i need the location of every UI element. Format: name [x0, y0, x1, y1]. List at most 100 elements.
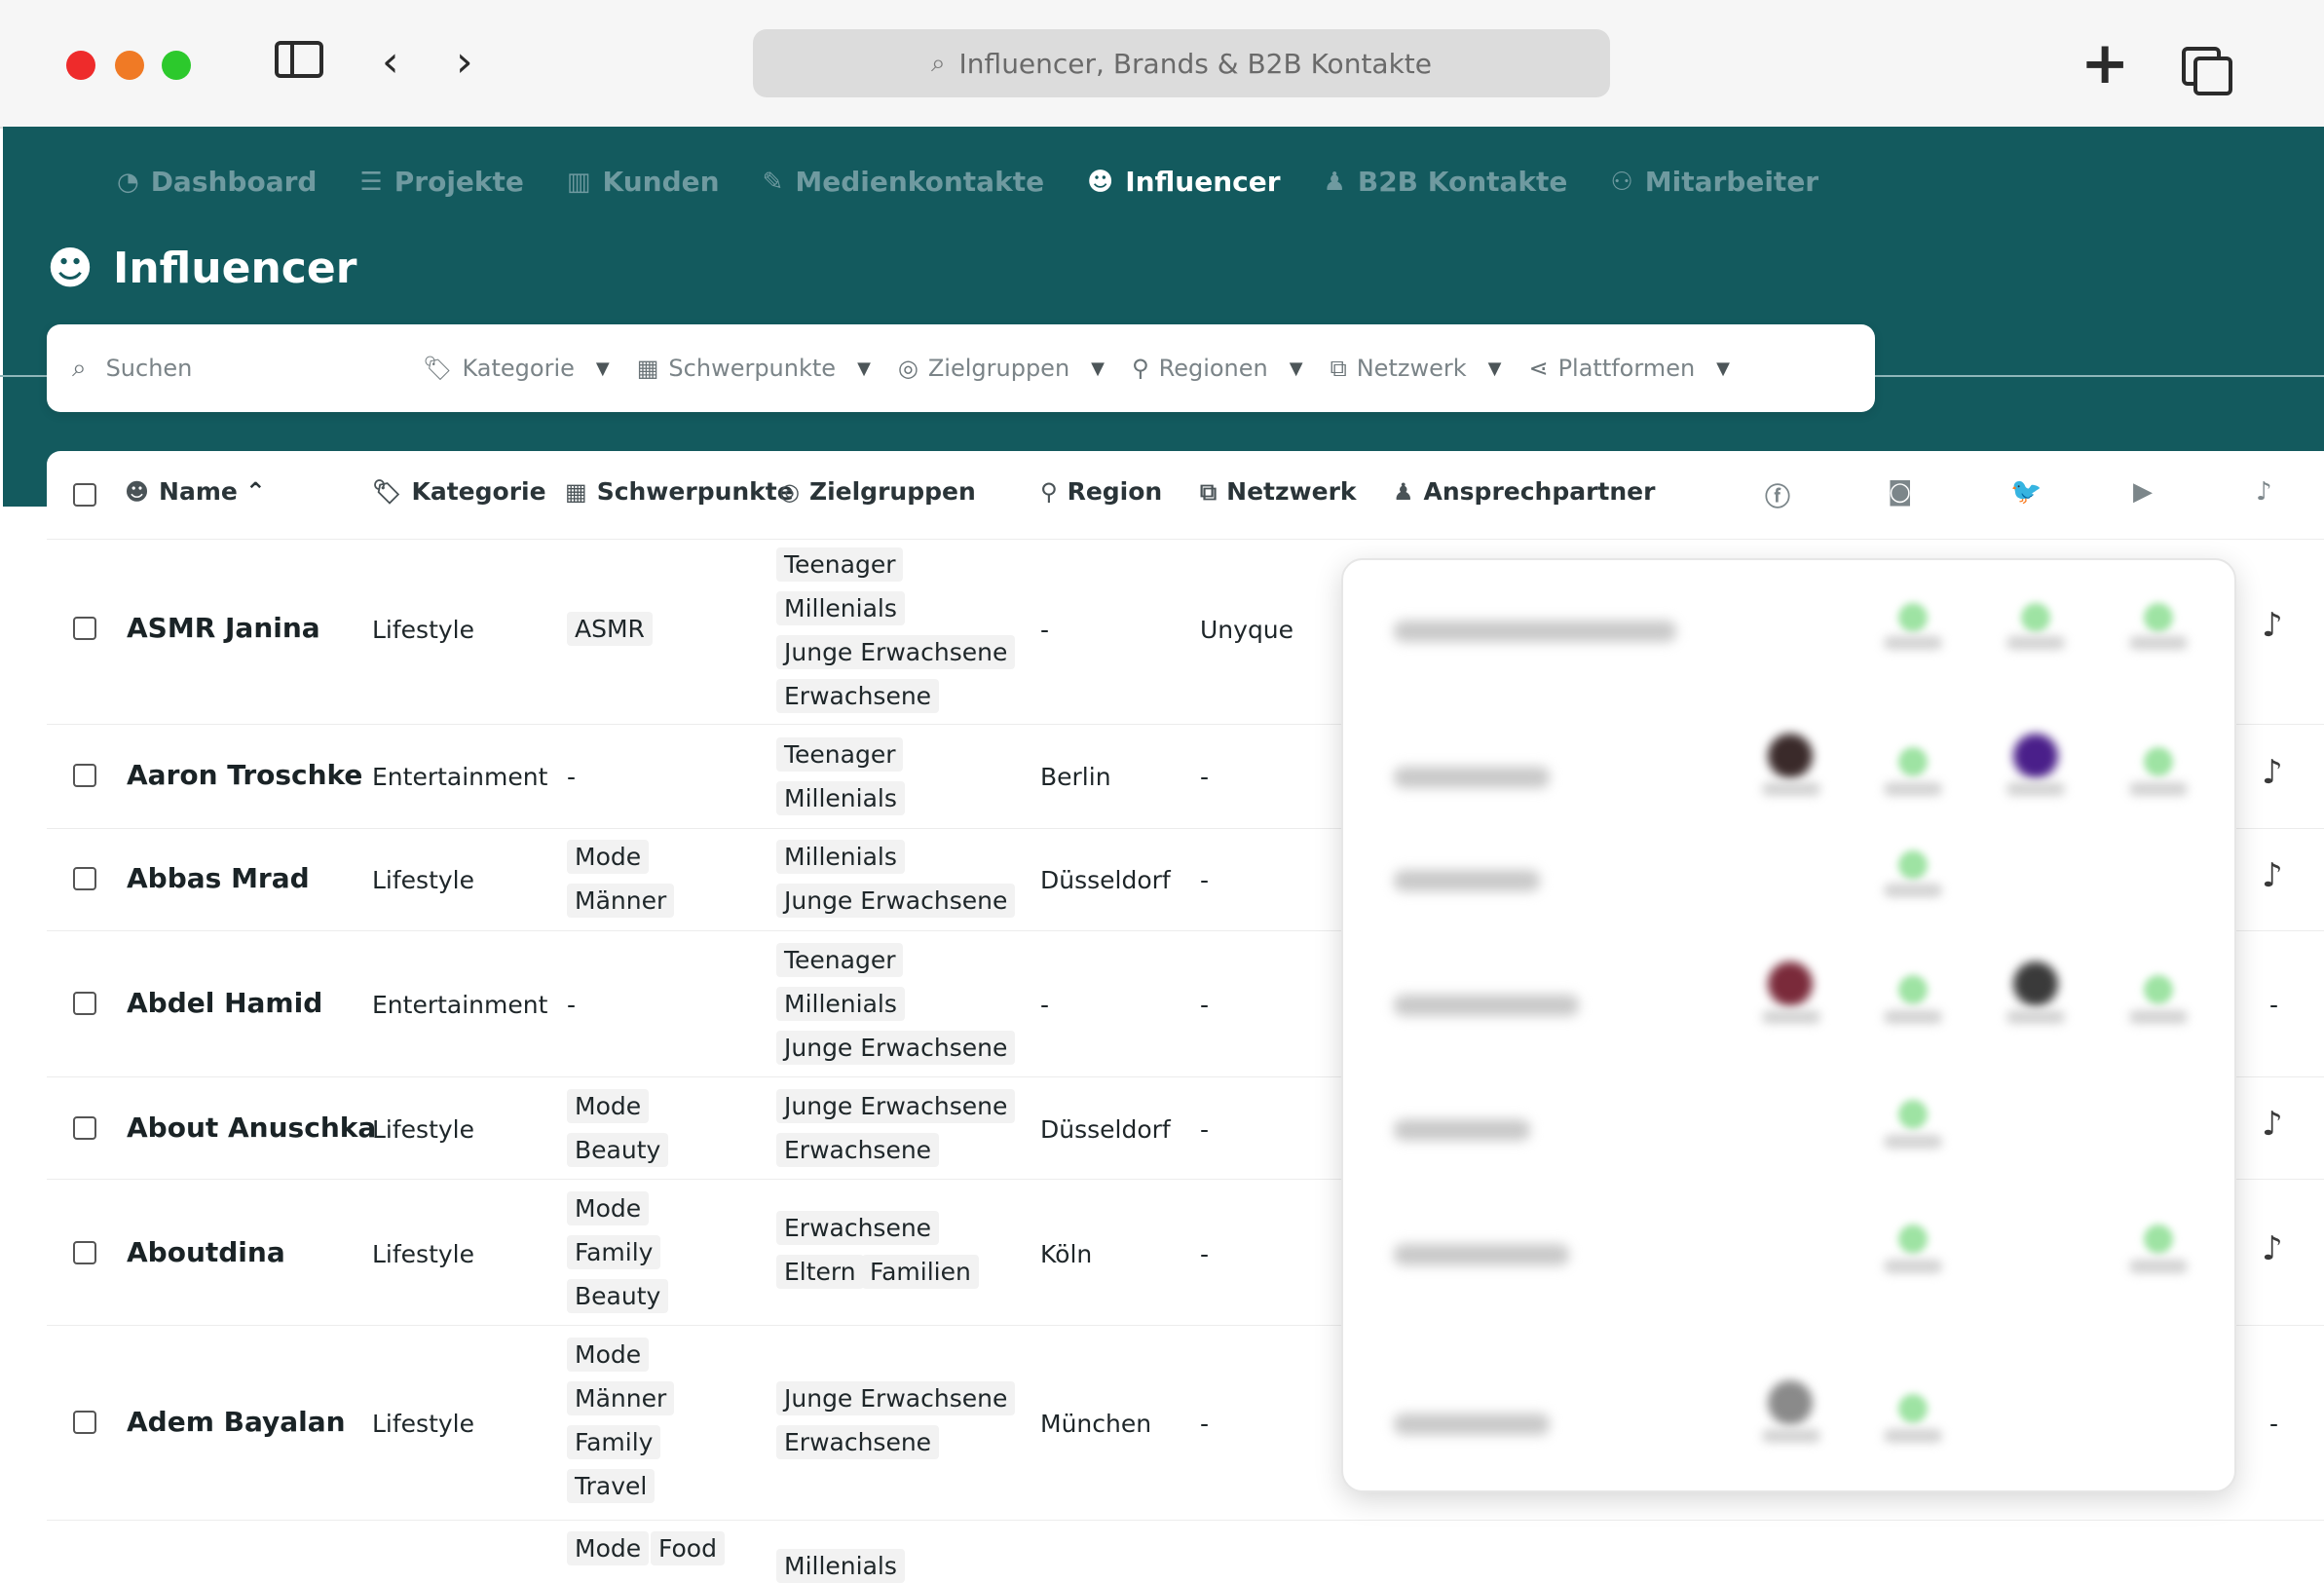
- youtube-icon[interactable]: ▶: [2133, 477, 2153, 507]
- row-netzwerk: -: [1200, 763, 1210, 791]
- row-schwerpunkt-tag: Mode: [567, 1338, 650, 1372]
- row-checkbox[interactable]: [73, 617, 96, 640]
- nav-item-dashboard[interactable]: ◔ Dashboard: [117, 166, 317, 198]
- caret-down-icon: ▼: [1716, 358, 1731, 379]
- smile-icon: ☻: [47, 242, 94, 294]
- new-tab-icon[interactable]: +: [2080, 29, 2129, 97]
- row-netzwerk: -: [1200, 1115, 1210, 1144]
- map-pin-icon: ⚲: [1040, 477, 1058, 506]
- tiktok-icon[interactable]: ♪: [2262, 1229, 2283, 1268]
- filter-zielgruppen[interactable]: ◎ Zielgruppen ▼: [898, 355, 1105, 382]
- blurred-avatar: [1768, 734, 1813, 778]
- main-nav: ◔ Dashboard ☰ Projekte ▥ Kunden ✎ Medienkont…: [117, 166, 1861, 198]
- filter-netzwerk[interactable]: ⧉ Netzwerk ▼: [1331, 355, 1502, 382]
- filter-plattformen[interactable]: ⋖ Plattformen ▼: [1528, 355, 1730, 382]
- twitter-icon[interactable]: 🐦: [2010, 477, 2042, 507]
- nav-item-influencer[interactable]: ☻ Influencer: [1087, 166, 1280, 198]
- blurred-stat-icon: [1898, 747, 1928, 776]
- row-name[interactable]: Abbas Mrad: [127, 862, 310, 894]
- blurred-stat: [2006, 636, 2065, 650]
- close-window-button[interactable]: [66, 51, 95, 80]
- user-tie-icon: ♟: [1323, 167, 1346, 197]
- row-zielgruppe-tag: Junge Erwachsene: [776, 635, 1016, 669]
- blurred-stat-icon: [2021, 603, 2050, 632]
- row-name[interactable]: Aaron Troschke: [127, 759, 362, 791]
- column-header-netzwerk[interactable]: ⧉ Netzwerk: [1200, 477, 1357, 506]
- row-kategorie: Lifestyle: [372, 866, 475, 894]
- row-zielgruppe-tag: Teenager: [776, 547, 904, 582]
- row-checkbox[interactable]: [73, 1116, 96, 1140]
- column-header-ansprechpartner[interactable]: ♟ Ansprechpartner: [1393, 477, 1655, 506]
- blurred-stat: [1762, 1429, 1820, 1443]
- row-zielgruppe-tag: Erwachsene: [776, 1425, 940, 1459]
- row-netzwerk: -: [1200, 866, 1210, 894]
- sort-ascending-icon: ⌃: [244, 477, 266, 506]
- list-icon: ☰: [359, 167, 383, 197]
- back-icon[interactable]: ‹: [382, 37, 399, 87]
- row-region: Köln: [1040, 1240, 1093, 1268]
- tiktok-icon[interactable]: ♪: [2262, 856, 2283, 895]
- filter-regionen[interactable]: ⚲ Regionen ▼: [1132, 355, 1303, 382]
- nav-item-mitarbeiter[interactable]: ⚇ Mitarbeiter: [1610, 166, 1818, 198]
- address-text: Influencer, Brands & B2B Kontakte: [958, 47, 1432, 80]
- blurred-stat-icon: [1898, 603, 1928, 632]
- facebook-icon[interactable]: ⓕ: [1765, 477, 1790, 513]
- dashboard-icon: ◔: [117, 167, 139, 197]
- row-checkbox[interactable]: [73, 992, 96, 1015]
- column-header-schwerpunkte[interactable]: ▦ Schwerpunkte: [565, 477, 794, 506]
- instagram-icon[interactable]: ◙: [1888, 477, 1912, 507]
- row-name[interactable]: Aboutdina: [127, 1236, 285, 1268]
- maximize-window-button[interactable]: [162, 51, 191, 80]
- row-zielgruppe-tag: Junge Erwachsene: [776, 1089, 1016, 1123]
- address-bar[interactable]: ⌕ Influencer, Brands & B2B Kontakte: [753, 29, 1610, 97]
- row-schwerpunkt-tag: Mode: [567, 840, 650, 874]
- minimize-window-button[interactable]: [115, 51, 144, 80]
- sidebar-toggle-icon[interactable]: [275, 41, 323, 78]
- row-netzwerk: Unyque: [1200, 616, 1294, 644]
- filter-kategorie[interactable]: 🏷 Kategorie ▼: [423, 355, 610, 382]
- user-pen-icon: ✎: [762, 167, 784, 197]
- blurred-stat: [2129, 1010, 2188, 1024]
- forward-icon[interactable]: ›: [456, 37, 473, 87]
- tiktok-icon[interactable]: ♪: [2262, 606, 2283, 645]
- column-header-zielgruppen[interactable]: ◎ Zielgruppen: [779, 477, 976, 506]
- row-name[interactable]: Adem Bayalan: [127, 1406, 346, 1438]
- blurred-contact: [1394, 870, 1540, 891]
- row-name[interactable]: About Anuschka: [127, 1112, 376, 1144]
- target-icon: ◎: [779, 477, 800, 506]
- blurred-stat: [1762, 1010, 1820, 1024]
- row-region: Berlin: [1040, 763, 1111, 791]
- blurred-stat-icon: [1898, 1394, 1928, 1423]
- row-checkbox[interactable]: [73, 1241, 96, 1264]
- row-name[interactable]: Abdel Hamid: [127, 987, 322, 1019]
- row-name[interactable]: ASMR Janina: [127, 612, 320, 644]
- grid-icon: ▦: [636, 355, 659, 382]
- blurred-contact: [1394, 995, 1579, 1016]
- row-checkbox[interactable]: [73, 1411, 96, 1434]
- select-all-checkbox[interactable]: [73, 483, 96, 507]
- search-icon: ⌕: [72, 353, 87, 383]
- column-header-name[interactable]: ☻ Name ⌃: [125, 477, 266, 506]
- blurred-stat-icon: [2144, 603, 2173, 632]
- column-header-region[interactable]: ⚲ Region: [1040, 477, 1162, 506]
- caret-down-icon: ▼: [1487, 358, 1502, 379]
- tiktok-icon[interactable]: ♪: [2262, 1105, 2283, 1144]
- row-checkbox[interactable]: [73, 867, 96, 890]
- blurred-stat: [2129, 782, 2188, 796]
- nav-item-medienkontakte[interactable]: ✎ Medienkontakte: [763, 166, 1045, 198]
- filter-schwerpunkte[interactable]: ▦ Schwerpunkte ▼: [637, 355, 871, 382]
- search-input[interactable]: ⌕ Suchen: [47, 354, 423, 384]
- nav-item-b2b-kontakte[interactable]: ♟ B2B Kontakte: [1324, 166, 1568, 198]
- tiktok-icon[interactable]: ♪: [2256, 477, 2272, 507]
- row-checkbox[interactable]: [73, 764, 96, 787]
- share-icon: ⋖: [1528, 355, 1549, 382]
- blurred-stat: [1884, 1260, 1942, 1273]
- column-header-kategorie[interactable]: 🏷 Kategorie: [372, 477, 546, 506]
- row-schwerpunkt-tag: Männer: [567, 884, 675, 918]
- row-divider: [47, 539, 2324, 540]
- row-schwerpunkt-tag: ASMR: [567, 612, 653, 646]
- nav-item-projekte[interactable]: ☰ Projekte: [359, 166, 523, 198]
- nav-item-kunden[interactable]: ▥ Kunden: [567, 166, 720, 198]
- tiktok-icon[interactable]: ♪: [2262, 753, 2283, 792]
- target-icon: ◎: [897, 355, 918, 382]
